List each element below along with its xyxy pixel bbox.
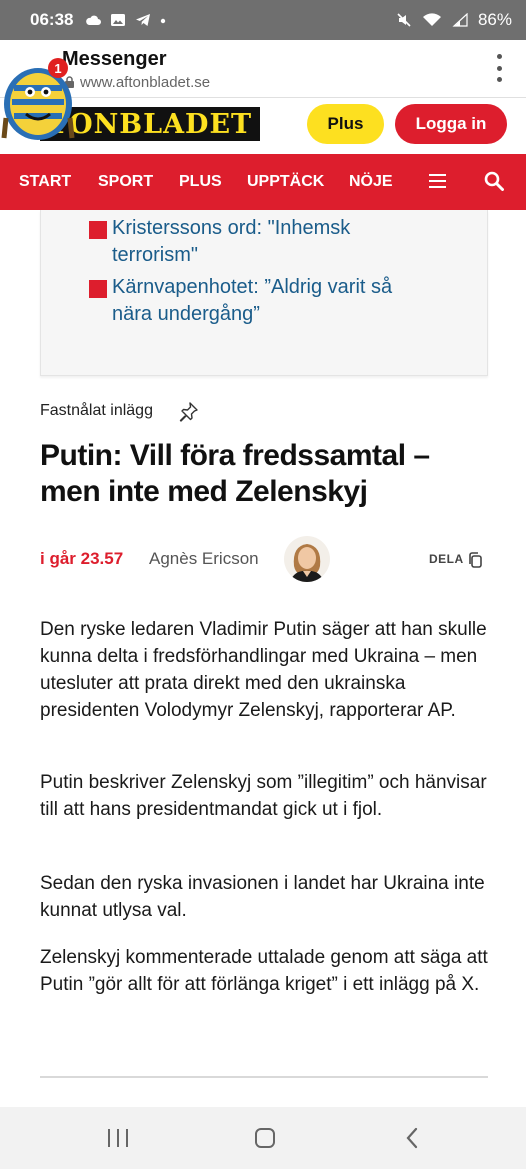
cloud-icon — [86, 15, 102, 25]
post-paragraph: Zelenskyj kommenterade uttalade genom at… — [40, 947, 488, 995]
status-left-icons — [85, 13, 166, 27]
post-headline: Putin: Vill föra fredssamtal – men inte … — [40, 439, 430, 508]
status-right-icons: 86% — [396, 10, 512, 30]
telegram-icon — [136, 14, 151, 26]
nav-item-noje[interactable]: NÖJE — [349, 173, 393, 191]
pin-icon — [179, 402, 198, 422]
status-bar: 06:38 86% — [0, 0, 526, 40]
main-nav: START SPORT PLUS UPPTÄCK NÖJE — [0, 154, 526, 210]
logo-text: TONBLADET — [48, 108, 253, 140]
post-paragraph: Putin beskriver Zelenskyj som ”illegitim… — [40, 772, 487, 820]
share-button[interactable]: DELA — [429, 552, 464, 566]
menu-icon[interactable] — [429, 174, 446, 188]
back-icon[interactable] — [404, 1126, 420, 1150]
related-links-box: Kristerssons ord: "Inhemsk terrorism" Kä… — [40, 210, 488, 376]
post-paragraph: Den ryske ledaren Vladimir Putin säger a… — [40, 619, 487, 721]
mute-icon — [397, 13, 411, 27]
nav-item-sport[interactable]: SPORT — [98, 173, 153, 191]
pinned-label: Fastnålat inlägg — [40, 402, 153, 419]
post-time: i går 23.57 — [40, 549, 124, 568]
dot-icon — [161, 18, 166, 24]
related-link-2[interactable]: Kärnvapenhotet: ”Aldrig varit så nära un… — [112, 274, 442, 328]
related-link-1-line2: terrorism" — [112, 244, 198, 266]
browser-header: Messenger www.aftonbladet.se — [0, 40, 526, 98]
related-link-1-line1: Kristerssons ord: "Inhemsk — [112, 217, 351, 239]
bullet-square-icon — [89, 221, 107, 239]
related-link-2-line1: Kärnvapenhotet: ”Aldrig varit så — [112, 276, 393, 298]
signal-icon — [452, 13, 468, 27]
notification-badge: 1 — [48, 58, 68, 78]
recent-apps-icon[interactable] — [108, 1129, 128, 1147]
image-icon — [111, 14, 126, 26]
copy-icon[interactable] — [467, 551, 483, 569]
nav-item-plus[interactable]: PLUS — [179, 173, 222, 191]
messenger-chat-bubble[interactable]: 1 — [0, 58, 76, 142]
site-header: TONBLADET Plus Logga in — [0, 98, 526, 154]
divider — [40, 1076, 488, 1078]
browser-title: Messenger — [62, 48, 167, 70]
plus-button[interactable]: Plus — [307, 104, 384, 144]
post-paragraph: Sedan den ryska invasionen i landet har … — [40, 873, 485, 921]
more-options-icon[interactable] — [494, 54, 504, 82]
author-avatar — [284, 536, 330, 582]
home-icon[interactable] — [255, 1128, 275, 1148]
post-author[interactable]: Agnès Ericson — [149, 549, 259, 569]
related-link-1[interactable]: Kristerssons ord: "Inhemsk terrorism" — [112, 215, 442, 269]
login-button[interactable]: Logga in — [395, 104, 507, 144]
search-icon[interactable] — [484, 171, 504, 191]
browser-url[interactable]: www.aftonbladet.se — [80, 74, 210, 91]
wifi-icon — [422, 13, 441, 26]
related-link-2-line2: nära undergång” — [112, 303, 260, 325]
nav-item-start[interactable]: START — [19, 173, 71, 191]
bullet-square-icon — [89, 280, 107, 298]
status-time: 06:38 — [30, 10, 74, 29]
system-nav-bar — [0, 1107, 526, 1169]
battery-level: 86% — [477, 10, 512, 29]
nav-item-upptack[interactable]: UPPTÄCK — [247, 173, 324, 191]
